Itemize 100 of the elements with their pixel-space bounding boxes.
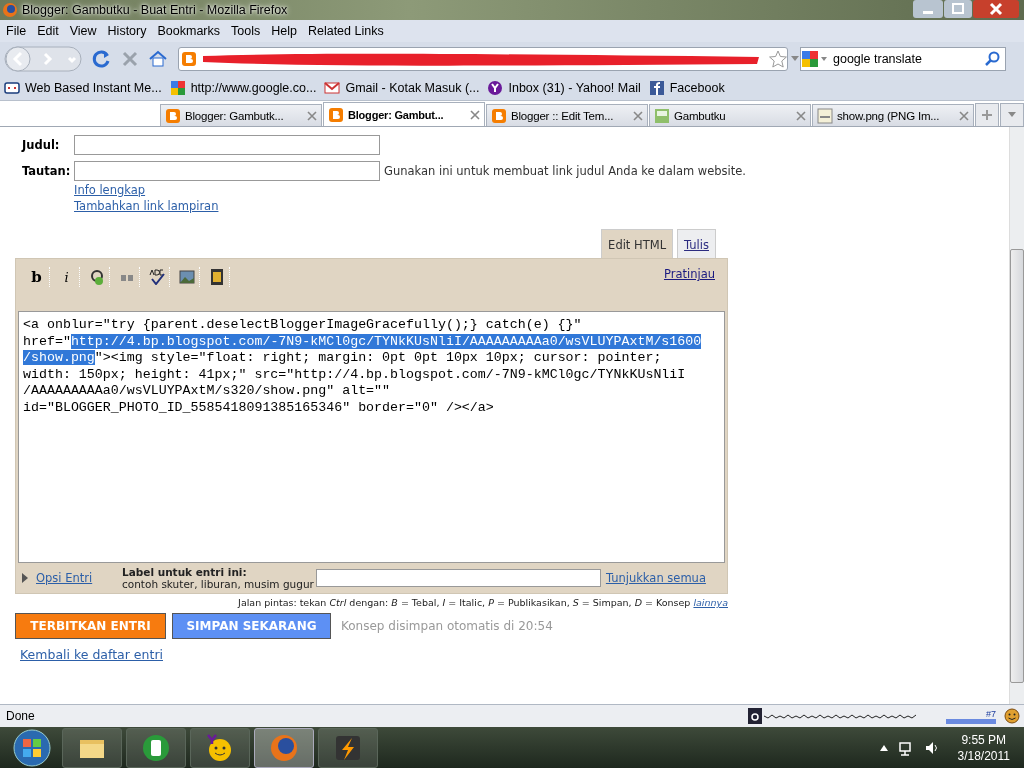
page-thumbnail-icon: [654, 107, 670, 124]
back-link[interactable]: Kembali ke daftar entri: [20, 647, 163, 662]
field-label: Judul:: [20, 137, 61, 154]
bold-button[interactable]: b: [24, 267, 50, 287]
preview-link[interactable]: Pratinjau: [663, 267, 715, 281]
windows-logo-icon[interactable]: [12, 727, 52, 768]
minimize-icon[interactable]: [913, 0, 943, 18]
mode-tab[interactable]: Edit HTML: [601, 229, 674, 258]
colored-squares-icon: [169, 80, 186, 96]
image-icon[interactable]: [178, 269, 195, 285]
blogger-icon: [165, 107, 181, 124]
window-title: Blogger: Gambutku - Buat Entri - Mozilla Firefox: [22, 3, 288, 17]
bookmark-link[interactable]: Facebook: [648, 80, 725, 96]
close-icon[interactable]: [959, 110, 969, 121]
autosave-status: Konsep disimpan otomatis di 20:54: [341, 619, 553, 633]
menu-item[interactable]: Tools: [231, 24, 261, 38]
attach-link[interactable]: Tambahkan link lampiran: [74, 199, 219, 213]
shortcuts-text: Jalan pintas: tekan Ctrl dengan: B = Tebal, I = Italic, P = Publikasikan, S = Simpan, D = Konsep: [238, 597, 691, 608]
taskbar-button[interactable]: [126, 727, 186, 768]
image-file-icon: [817, 107, 833, 124]
menu-item[interactable]: View: [69, 24, 97, 38]
facebook-icon: [648, 80, 665, 96]
smiley-icon[interactable]: [1004, 708, 1020, 724]
chat-icon: [4, 80, 20, 96]
spellcheck-icon[interactable]: [148, 269, 165, 285]
rank-label: #7: [986, 708, 996, 719]
bookmark-link[interactable]: Gmail - Kotak Masuk (...: [324, 80, 480, 96]
code-line: id="BLOGGER_PHOTO_ID_5585418091385165346" border="0" /></a>: [23, 399, 494, 416]
menu-item[interactable]: History: [107, 24, 147, 38]
search-engine-icon[interactable]: [801, 50, 829, 68]
clock[interactable]: 9:55 PM 3/18/2011: [949, 731, 1010, 764]
rank-bar: [946, 718, 996, 724]
clock-date: 3/18/2011: [957, 747, 1010, 764]
hint-text: Gunakan ini untuk membuat link judul Anda ke dalam website.: [384, 164, 746, 178]
code-line: /AAAAAAAAAa0/wsVLUYPAxtM/s320/show.png" alt="": [23, 383, 391, 400]
labels-title: Label untuk entri ini:: [122, 566, 248, 578]
more-shortcuts-link[interactable]: lainnya: [693, 597, 728, 608]
browser-tab[interactable]: Blogger: Gambut...: [323, 102, 485, 126]
taskbar-button[interactable]: [62, 727, 122, 768]
menu-item[interactable]: Bookmarks: [157, 24, 220, 38]
html-editor[interactable]: [18, 311, 725, 563]
taskbar-button[interactable]: [318, 727, 378, 768]
menu-item[interactable]: Related Links: [307, 24, 384, 38]
code-line: href="http://4.bp.blogspot.com/-7N9-kMCl0gc/TYNkKUsNliI/AAAAAAAAAa0/wsVLUYPAxtM/s1600: [23, 333, 702, 350]
home-icon[interactable]: [148, 49, 168, 69]
status-text: Done: [6, 709, 35, 723]
scrollbar[interactable]: [1009, 127, 1024, 704]
browser-tab[interactable]: Blogger: Gambutk...: [160, 104, 322, 126]
blogger-icon: [328, 106, 344, 123]
bookmark-link[interactable]: Web Based Instant Me...: [4, 80, 162, 96]
yahoo-icon: [487, 80, 504, 96]
close-icon[interactable]: [470, 109, 480, 120]
info-link[interactable]: Info lengkap: [74, 183, 146, 197]
show-all-link[interactable]: Tunjukkan semua: [605, 571, 706, 585]
labels-hint: contoh skuter, liburan, musim gugur: [122, 578, 314, 590]
dropdown-caret-icon: [1008, 112, 1016, 118]
maximize-icon[interactable]: [944, 0, 972, 18]
bookmark-link[interactable]: Inbox (31) - Yahoo! Mail: [487, 80, 641, 96]
code-line: <a onblur="try {parent.deselectBloggerImageGracefully();} catch(e) {}": [23, 317, 582, 334]
dropdown-caret-icon[interactable]: [791, 56, 799, 62]
browser-tab[interactable]: Gambutku: [649, 104, 811, 126]
close-icon[interactable]: [633, 110, 643, 121]
star-icon[interactable]: [769, 50, 787, 68]
menu-item[interactable]: File: [6, 24, 27, 38]
tab-list-button[interactable]: [1000, 103, 1024, 126]
labels-input[interactable]: [315, 569, 601, 587]
scrollbar-thumb[interactable]: [1010, 249, 1024, 683]
bookmark-link[interactable]: http://www.google.co...: [169, 80, 317, 96]
firefox-icon: [2, 2, 18, 18]
reload-icon[interactable]: [92, 49, 112, 69]
mail-icon: [324, 80, 341, 96]
blogger-icon: [491, 107, 507, 124]
link-icon[interactable]: [88, 269, 105, 285]
menu-item[interactable]: Edit: [37, 24, 59, 38]
network-icon[interactable]: [897, 739, 914, 756]
close-icon[interactable]: [973, 0, 1019, 18]
browser-tab[interactable]: Blogger :: Edit Tem...: [486, 104, 648, 126]
film-icon[interactable]: [208, 269, 225, 285]
plus-icon: [982, 110, 992, 120]
menu-item[interactable]: Help: [271, 24, 297, 38]
caret-up-icon[interactable]: [879, 744, 888, 751]
post-options-link[interactable]: Opsi Entri: [22, 571, 122, 585]
title-input[interactable]: [74, 135, 380, 155]
mode-tab[interactable]: Tulis: [677, 229, 716, 258]
link-input[interactable]: [74, 161, 380, 181]
new-tab-button[interactable]: [975, 103, 999, 126]
search-box[interactable]: google translate: [800, 47, 1006, 71]
code-line: width: 150px; height: 41px;" src="http://4.bp.blogspot.com/-7N9-kMCl0gc/TYNkKUsNliI: [23, 366, 686, 383]
taskbar-button[interactable]: [254, 727, 314, 768]
code-line: /show.png"><img style="float: right; margin: 0pt 0pt 10px 10px; cursor: pointer;: [23, 350, 662, 367]
clock-time: 9:55 PM: [960, 731, 1008, 748]
italic-button[interactable]: i: [54, 267, 80, 287]
close-icon[interactable]: [307, 110, 317, 121]
taskbar-button[interactable]: [190, 727, 250, 768]
field-label: Tautan:: [21, 163, 72, 180]
expand-arrow-icon: [22, 573, 28, 583]
search-icon[interactable]: [985, 51, 1001, 67]
blogger-icon: [181, 51, 197, 67]
close-icon[interactable]: [796, 110, 806, 121]
browser-tab[interactable]: show.png (PNG Im...: [812, 104, 974, 126]
